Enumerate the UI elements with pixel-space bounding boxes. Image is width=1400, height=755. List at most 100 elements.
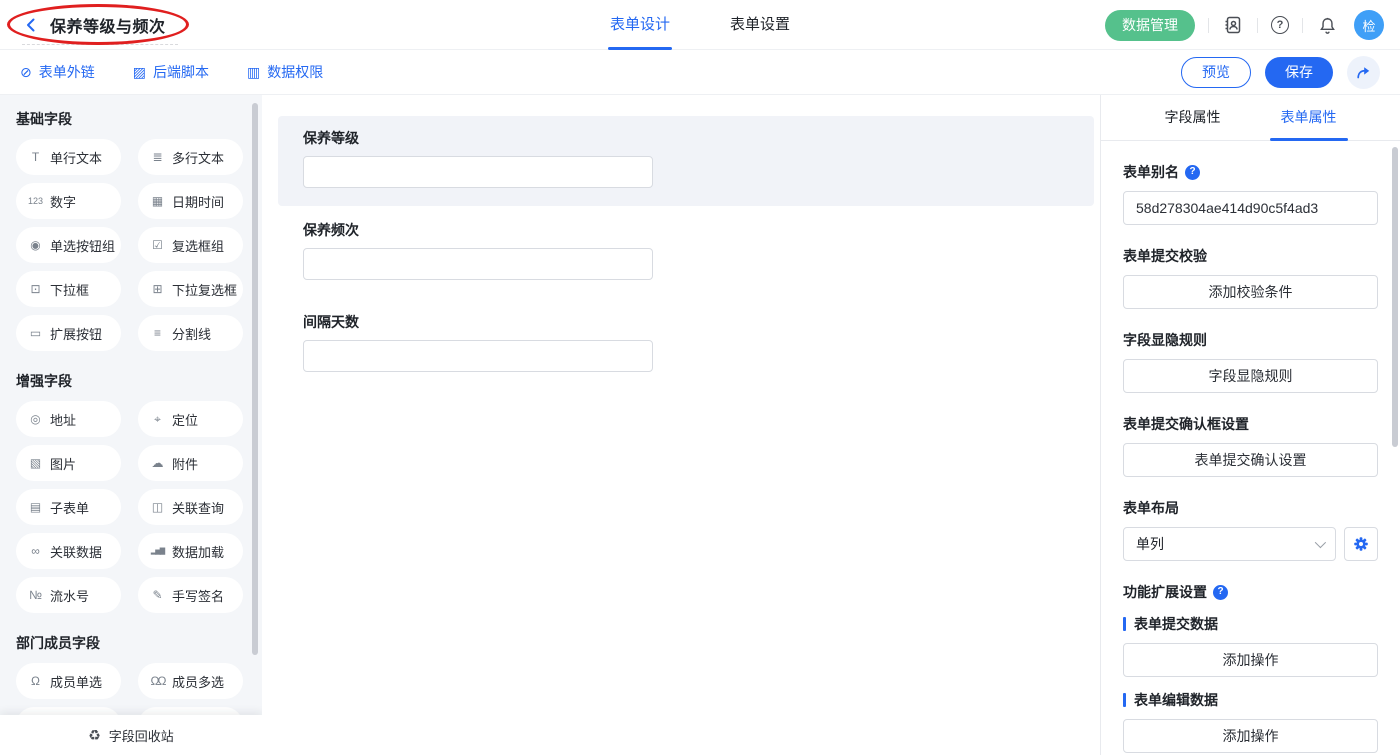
- preview-button[interactable]: 预览: [1181, 57, 1251, 88]
- palette-label: 关联查询: [172, 498, 224, 517]
- palette-item-image[interactable]: ▧图片: [16, 445, 121, 481]
- location-icon: ⌖: [150, 413, 165, 425]
- palette-item-datetime[interactable]: ▦日期时间: [138, 183, 243, 219]
- divider-line-icon: ≡: [150, 327, 165, 339]
- signature-icon: ✎: [150, 589, 165, 601]
- save-button[interactable]: 保存: [1265, 57, 1333, 88]
- palette-item-serial-number[interactable]: №流水号: [16, 577, 121, 613]
- serial-number-icon: №: [28, 589, 43, 601]
- palette-label: 子表单: [50, 498, 89, 517]
- palette-item-extend-button[interactable]: ▭扩展按钮: [16, 315, 121, 351]
- palette-item-single-line-text[interactable]: T单行文本: [16, 139, 121, 175]
- submit-data-label: 表单提交数据: [1134, 615, 1218, 633]
- panel-scrollbar[interactable]: [1392, 147, 1398, 447]
- field-visibility-button[interactable]: 字段显隐规则: [1123, 359, 1378, 393]
- layout-select[interactable]: 单列: [1123, 527, 1336, 561]
- add-validation-button[interactable]: 添加校验条件: [1123, 275, 1378, 309]
- help-icon[interactable]: ?: [1185, 165, 1200, 180]
- palette-item-dropdown[interactable]: ⊡下拉框: [16, 271, 121, 307]
- palette-item-radio-group[interactable]: ◉单选按钮组: [16, 227, 121, 263]
- palette-item-number[interactable]: 123数字: [16, 183, 121, 219]
- script-icon: ▨: [133, 65, 146, 79]
- submit-data-add-action-button[interactable]: 添加操作: [1123, 643, 1378, 677]
- layout-settings-button[interactable]: [1344, 527, 1378, 561]
- canvas-field-interval-days[interactable]: 间隔天数: [278, 300, 1094, 390]
- help-icon[interactable]: ?: [1213, 585, 1228, 600]
- form-toolbar: ⊘ 表单外链 ▨ 后端脚本 ▥ 数据权限 预览 保存: [0, 50, 1400, 95]
- properties-tabs: 字段属性 表单属性: [1101, 95, 1400, 141]
- palette-label: 地址: [50, 410, 76, 429]
- form-layout-row: 单列: [1123, 527, 1378, 561]
- palette-label: 单行文本: [50, 148, 102, 167]
- palette-item-multi-line-text[interactable]: ≣ 多行文本: [138, 139, 243, 175]
- form-alias-label: 表单别名: [1123, 163, 1179, 181]
- palette-label: 成员多选: [172, 672, 224, 691]
- field-input-maintenance-level[interactable]: [303, 156, 653, 188]
- image-icon: ▧: [28, 457, 43, 469]
- tab-form-properties[interactable]: 表单属性: [1281, 95, 1337, 140]
- palette-label: 数据加载: [172, 542, 224, 561]
- palette-item-data-load[interactable]: ▂▅▇数据加载: [138, 533, 243, 569]
- dropdown-icon: ⊡: [28, 283, 43, 295]
- palette-label: 分割线: [172, 324, 211, 343]
- palette-label: 多行文本: [172, 148, 224, 167]
- related-data-icon: ∞: [28, 545, 43, 557]
- palette-item-related-data[interactable]: ∞关联数据: [16, 533, 121, 569]
- data-manage-button[interactable]: 数据管理: [1105, 10, 1195, 41]
- enhanced-fields-grid: ◎地址 ⌖ 定位 ▧图片 ☁附件 ▤子表单 ◫ 关联查询 ∞关联数据 ▂▅▇数据加载…: [16, 401, 244, 613]
- palette-item-member-single[interactable]: Ω成员单选: [16, 663, 121, 699]
- checkbox-group-icon: ☑: [150, 239, 165, 251]
- palette-item-signature[interactable]: ✎ 手写签名: [138, 577, 243, 613]
- form-external-link[interactable]: ⊘ 表单外链: [20, 62, 95, 82]
- palette-item-address[interactable]: ◎地址: [16, 401, 121, 437]
- submit-validation-heading: 表单提交校验: [1123, 247, 1378, 265]
- radio-group-icon: ◉: [28, 239, 43, 251]
- form-alias-input[interactable]: [1123, 191, 1378, 225]
- palette-item-location[interactable]: ⌖ 定位: [138, 401, 243, 437]
- backend-script-label: 后端脚本: [153, 62, 209, 82]
- sidebar-scrollbar[interactable]: [252, 103, 258, 655]
- directory-icon[interactable]: [1222, 14, 1244, 36]
- share-button[interactable]: [1347, 56, 1380, 89]
- palette-label: 手写签名: [172, 586, 224, 605]
- properties-body: 表单别名 ? 表单提交校验 添加校验条件 字段显隐规则 字段显隐规则 表单提交确…: [1101, 163, 1400, 753]
- palette-item-divider-line[interactable]: ≡ 分割线: [138, 315, 243, 351]
- palette-item-checkbox-group[interactable]: ☑ 复选框组: [138, 227, 243, 263]
- submit-confirm-button[interactable]: 表单提交确认设置: [1123, 443, 1378, 477]
- field-recycle-bin[interactable]: ♻ 字段回收站: [0, 715, 262, 755]
- active-tab-underline: [1270, 138, 1348, 141]
- canvas-field-maintenance-frequency[interactable]: 保养频次: [278, 208, 1094, 298]
- tab-form-design[interactable]: 表单设计: [610, 0, 670, 50]
- submit-confirm-heading: 表单提交确认框设置: [1123, 415, 1378, 433]
- tab-field-properties[interactable]: 字段属性: [1165, 95, 1221, 140]
- field-input-interval-days[interactable]: [303, 340, 653, 372]
- palette-item-multi-dropdown[interactable]: ⊞下拉复选框: [138, 271, 243, 307]
- palette-label: 定位: [172, 410, 198, 429]
- member-single-icon: Ω: [28, 675, 43, 687]
- active-tab-underline: [608, 47, 672, 50]
- back-button[interactable]: [22, 16, 40, 34]
- form-external-link-label: 表单外链: [39, 62, 95, 82]
- tab-form-settings[interactable]: 表单设置: [730, 0, 790, 50]
- top-header: 保养等级与频次 表单设计 表单设置 数据管理 ?: [0, 0, 1400, 50]
- avatar[interactable]: 检: [1354, 10, 1384, 40]
- edit-data-group: 表单编辑数据: [1123, 691, 1378, 709]
- form-alias-heading: 表单别名 ?: [1123, 163, 1378, 181]
- multi-line-text-icon: ≣: [150, 151, 165, 163]
- backend-script[interactable]: ▨ 后端脚本: [133, 62, 209, 82]
- palette-item-subform[interactable]: ▤子表单: [16, 489, 121, 525]
- palette-item-attachment[interactable]: ☁附件: [138, 445, 243, 481]
- palette-item-related-query[interactable]: ◫ 关联查询: [138, 489, 243, 525]
- palette-label: 复选框组: [172, 236, 224, 255]
- edit-data-label: 表单编辑数据: [1134, 691, 1218, 709]
- canvas-field-maintenance-level[interactable]: 保养等级: [278, 116, 1094, 206]
- data-permission[interactable]: ▥ 数据权限: [247, 62, 323, 82]
- related-query-icon: ◫: [150, 501, 165, 513]
- field-label: 保养等级: [303, 130, 1069, 146]
- member-multi-icon: ΩΩ: [150, 675, 165, 687]
- edit-data-add-action-button[interactable]: 添加操作: [1123, 719, 1378, 753]
- palette-item-member-multi[interactable]: ΩΩ 成员多选: [138, 663, 243, 699]
- field-input-maintenance-frequency[interactable]: [303, 248, 653, 280]
- help-icon[interactable]: ?: [1271, 16, 1289, 34]
- bell-icon[interactable]: [1316, 14, 1338, 36]
